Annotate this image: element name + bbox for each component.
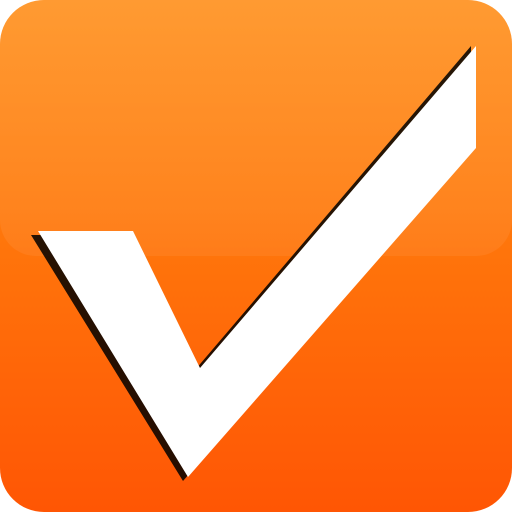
app-icon-tile[interactable] [0, 0, 512, 512]
checkmark-icon [31, 46, 476, 481]
checkmark-shape [38, 46, 476, 477]
